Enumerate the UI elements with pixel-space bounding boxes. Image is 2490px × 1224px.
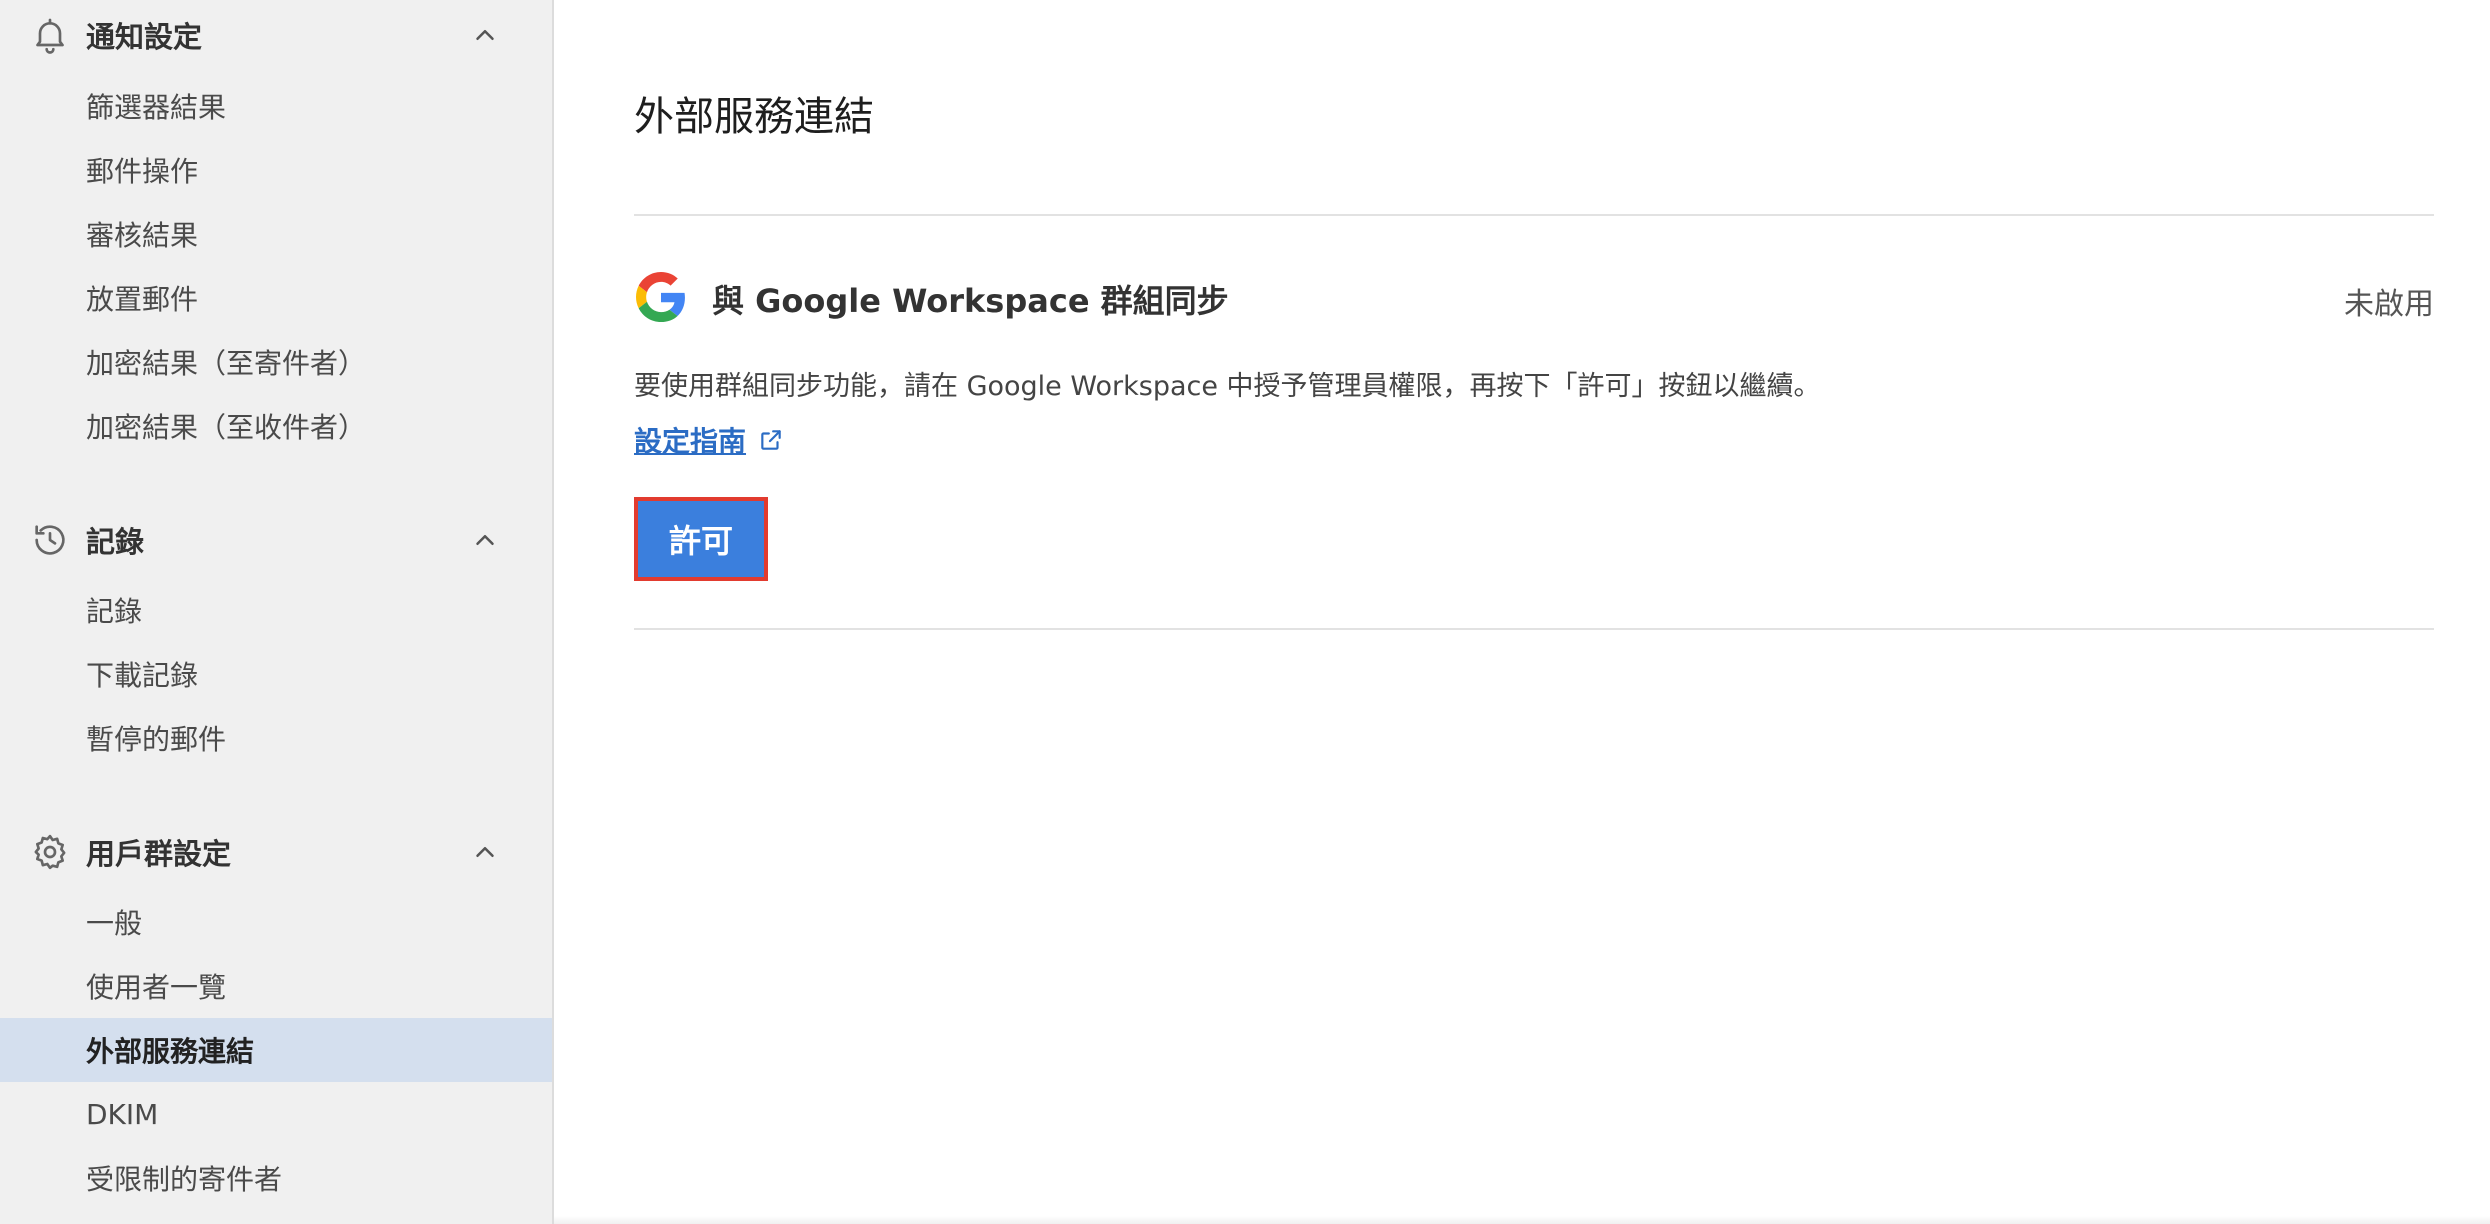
- bell-icon: [30, 15, 70, 55]
- sidebar-item-general[interactable]: 一般: [0, 890, 552, 954]
- bottom-edge-shadow: [554, 1216, 2490, 1224]
- sidebar-item-review-results[interactable]: 審核結果: [0, 202, 552, 266]
- setup-guide-link-label: 設定指南: [634, 425, 747, 458]
- sidebar-item-restricted-senders[interactable]: 受限制的寄件者: [0, 1146, 552, 1210]
- app-root: 通知設定 篩選器結果 郵件操作 審核結果 放置郵件 加密結果（至寄件者） 加密結…: [0, 0, 2490, 1224]
- sidebar-group-notification-settings[interactable]: 通知設定: [0, 0, 552, 70]
- sidebar-group-tenant-settings[interactable]: 用戶群設定: [0, 817, 552, 887]
- page-title: 外部服務連結: [634, 94, 874, 140]
- sidebar-item-encryption-results-sender[interactable]: 加密結果（至寄件者）: [0, 330, 552, 394]
- service-description: 要使用群組同步功能，請在 Google Workspace 中授予管理員權限，再…: [634, 371, 1821, 402]
- chevron-up-icon[interactable]: [470, 837, 500, 867]
- sidebar-group-logs[interactable]: 記錄: [0, 505, 552, 575]
- setup-guide-link[interactable]: 設定指南: [634, 420, 784, 460]
- history-icon: [30, 520, 70, 560]
- sidebar-item-logs[interactable]: 記錄: [0, 578, 552, 642]
- status-badge: 未啟用: [2344, 287, 2434, 322]
- sidebar-item-external-service-link[interactable]: 外部服務連結: [0, 1018, 552, 1082]
- sidebar-item-user-list[interactable]: 使用者一覽: [0, 954, 552, 1018]
- divider: [634, 628, 2434, 630]
- sidebar-group-title: 通知設定: [86, 20, 203, 54]
- sidebar-group-title: 記錄: [86, 525, 145, 559]
- allow-button[interactable]: 許可: [634, 497, 768, 581]
- sidebar-item-mail-actions[interactable]: 郵件操作: [0, 138, 552, 202]
- chevron-up-icon[interactable]: [470, 525, 500, 555]
- sidebar-item-dkim[interactable]: DKIM: [0, 1082, 552, 1146]
- sidebar: 通知設定 篩選器結果 郵件操作 審核結果 放置郵件 加密結果（至寄件者） 加密結…: [0, 0, 554, 1224]
- sidebar-group-title: 用戶群設定: [86, 837, 232, 871]
- sidebar-item-filter-results[interactable]: 篩選器結果: [0, 74, 552, 138]
- gear-icon: [30, 832, 70, 872]
- sidebar-item-suspended-mail[interactable]: 暫停的郵件: [0, 706, 552, 770]
- external-link-icon: [758, 427, 784, 453]
- main-content: 外部服務連結 與 Google Workspace 群組同步 未啟用 要使用群組…: [554, 0, 2490, 1224]
- chevron-up-icon[interactable]: [470, 20, 500, 50]
- service-title: 與 Google Workspace 群組同步: [712, 282, 1229, 320]
- sidebar-item-placed-mail[interactable]: 放置郵件: [0, 266, 552, 330]
- sidebar-item-encryption-results-recipient[interactable]: 加密結果（至收件者）: [0, 394, 552, 458]
- google-g-icon: [636, 272, 686, 322]
- sidebar-item-download-logs[interactable]: 下載記錄: [0, 642, 552, 706]
- divider: [634, 214, 2434, 216]
